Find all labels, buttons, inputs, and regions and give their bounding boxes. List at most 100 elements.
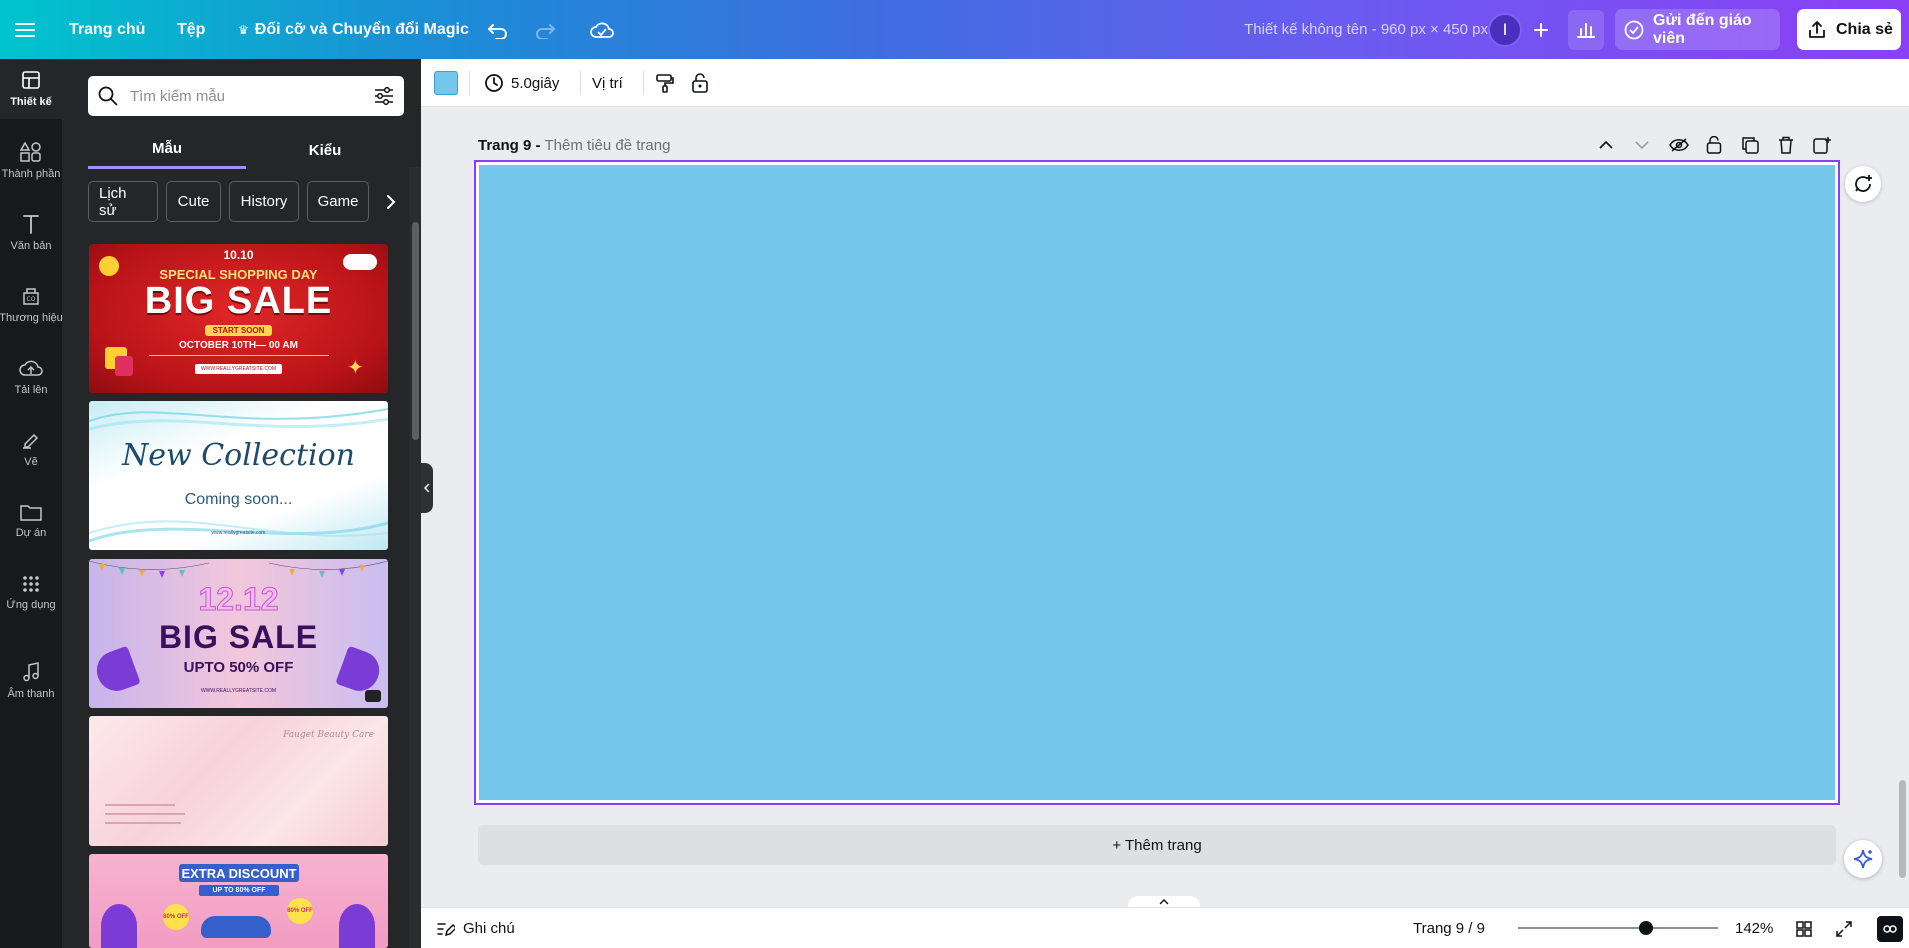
left-rail: Thiết kế Thành phần Văn bản CO Thương hi… xyxy=(0,59,62,948)
draw-icon xyxy=(21,430,41,450)
chip-history-vi[interactable]: Lịch sử xyxy=(88,181,158,222)
page-indicator[interactable]: Trang 9 / 9 xyxy=(1413,908,1485,948)
design-icon xyxy=(21,70,41,90)
grid-view-icon[interactable] xyxy=(1796,908,1812,948)
chevron-up-icon[interactable] xyxy=(1595,134,1617,156)
template-title: New Collection xyxy=(121,438,355,473)
contact-line xyxy=(105,813,185,815)
premium-badge-icon xyxy=(365,690,381,702)
zoom-slider-knob[interactable] xyxy=(1639,921,1653,935)
share-button[interactable]: Chia sẻ xyxy=(1797,9,1901,50)
insights-icon[interactable] xyxy=(1568,10,1604,50)
brand-icon: CO xyxy=(21,286,41,306)
page-canvas[interactable] xyxy=(479,165,1835,800)
chevron-right-icon[interactable] xyxy=(380,181,398,222)
delete-page-icon[interactable] xyxy=(1775,134,1797,156)
panel-scrollbar[interactable] xyxy=(409,167,421,948)
balloon-icon xyxy=(101,904,137,948)
template-headline: BIG SALE xyxy=(158,619,319,655)
add-collaborator-icon[interactable] xyxy=(1524,13,1558,47)
chip-cute[interactable]: Cute xyxy=(166,181,221,222)
page-canvas-frame xyxy=(474,160,1840,805)
document-title[interactable]: Thiết kế không tên - 960 px × 450 px xyxy=(1178,0,1488,59)
rail-label: Văn bản xyxy=(10,240,52,252)
file-menu[interactable]: Tệp xyxy=(177,0,205,59)
rail-item-draw[interactable]: Vẽ xyxy=(0,419,62,479)
send-to-teacher-button[interactable]: Gửi đến giáo viên xyxy=(1615,9,1780,50)
notes-button[interactable]: Ghi chú xyxy=(437,908,515,948)
search-icon xyxy=(98,86,118,106)
emoji-icon xyxy=(99,256,119,276)
collapse-panel-handle[interactable] xyxy=(421,463,433,513)
undo-icon[interactable] xyxy=(481,13,515,47)
context-toolbar: 5.0giây Vị trí xyxy=(421,59,1909,107)
comment-button[interactable] xyxy=(1845,166,1881,202)
hide-page-icon[interactable] xyxy=(1668,134,1690,156)
rail-item-text[interactable]: Văn bản xyxy=(0,203,62,263)
position-button[interactable]: Vị trí xyxy=(592,59,623,107)
template-card-12-12-sale[interactable]: 12.12 BIG SALE UPTO 50% OFF WWW.REALLYGR… xyxy=(89,559,388,708)
template-card-special-shopping-day[interactable]: 10.10 SPECIAL SHOPPING DAY BIG SALE STAR… xyxy=(89,244,388,393)
rail-item-upload[interactable]: Tải lên xyxy=(0,347,62,407)
accessibility-icon[interactable] xyxy=(1877,908,1903,948)
wave-decoration xyxy=(89,408,388,543)
paint-format-icon[interactable] xyxy=(655,59,675,107)
scrollbar-thumb[interactable] xyxy=(1899,780,1906,878)
template-card-extra-discount[interactable]: EXTRA DISCOUNT UP TO 80% OFF 80% OFF 80%… xyxy=(89,854,388,948)
rail-label: Ứng dụng xyxy=(6,599,56,611)
check-circle-icon xyxy=(1624,20,1644,40)
text-icon xyxy=(22,214,40,234)
search-input[interactable] xyxy=(130,87,362,105)
template-card-fauget-beauty[interactable]: Fauget Beauty Care xyxy=(89,716,388,846)
chip-history[interactable]: History xyxy=(229,181,299,222)
lock-page-icon[interactable] xyxy=(1703,134,1725,156)
zoom-level[interactable]: 142% xyxy=(1735,908,1773,948)
chip-game[interactable]: Game xyxy=(307,181,369,222)
template-subtitle: Coming soon... xyxy=(184,491,293,508)
chevron-down-icon[interactable] xyxy=(1631,134,1653,156)
folder-icon xyxy=(20,503,42,521)
svg-text:CO: CO xyxy=(27,296,36,303)
category-chips: Lịch sử Cute History Game xyxy=(88,181,398,223)
scrollbar-thumb[interactable] xyxy=(412,222,419,440)
divider xyxy=(643,71,644,95)
rail-item-apps[interactable]: Ứng dụng xyxy=(0,563,62,623)
avatar[interactable]: I xyxy=(1488,13,1522,47)
template-search[interactable] xyxy=(88,76,404,116)
magic-resize-button[interactable]: ♛ Đối cỡ và Chuyển đổi Magic xyxy=(238,0,469,59)
cloud-icon xyxy=(343,254,377,270)
template-sub: UP TO 80% OFF xyxy=(199,885,279,896)
template-card-new-collection[interactable]: New Collection Coming soon... www.really… xyxy=(89,401,388,550)
rail-item-audio[interactable]: Âm thanh xyxy=(0,651,62,711)
home-link[interactable]: Trang chủ xyxy=(69,0,145,59)
redo-icon[interactable] xyxy=(528,13,562,47)
add-page-button[interactable]: + Thêm trang xyxy=(478,825,1836,865)
rail-item-projects[interactable]: Dự án xyxy=(0,491,62,551)
color-picker-button[interactable] xyxy=(434,59,458,107)
add-page-icon[interactable] xyxy=(1811,134,1833,156)
rail-item-design[interactable]: Thiết kế xyxy=(0,59,62,119)
discount-tag: 80% OFF xyxy=(287,898,313,924)
apps-icon xyxy=(22,575,40,593)
contact-line xyxy=(105,804,175,806)
rail-label: Thương hiệu xyxy=(0,312,62,324)
templates-panel: Mẫu Kiểu Lịch sử Cute History Game 10.10… xyxy=(62,59,421,948)
cloud-saved-icon[interactable] xyxy=(585,13,619,47)
template-url: WWW.REALLYGREATSITE.COM xyxy=(200,688,277,694)
rail-item-brand[interactable]: CO Thương hiệu xyxy=(0,275,62,335)
duplicate-page-icon[interactable] xyxy=(1739,134,1761,156)
lock-icon[interactable] xyxy=(691,59,709,107)
sparkle-icon: ✦ xyxy=(347,357,364,379)
template-brand: Fauget Beauty Care xyxy=(283,730,374,740)
menu-icon[interactable] xyxy=(8,13,42,47)
filter-icon[interactable] xyxy=(374,87,394,105)
divider xyxy=(469,71,470,95)
zoom-slider-track[interactable] xyxy=(1518,927,1718,929)
magic-assistant-button[interactable] xyxy=(1844,840,1882,878)
share-label: Chia sẻ xyxy=(1836,20,1893,38)
clock-icon xyxy=(484,73,504,93)
workspace-scrollbar[interactable] xyxy=(1896,107,1909,907)
duration-button[interactable]: 5.0giây xyxy=(484,59,559,107)
chevron-up-icon xyxy=(1159,899,1169,905)
fullscreen-icon[interactable] xyxy=(1836,908,1852,948)
